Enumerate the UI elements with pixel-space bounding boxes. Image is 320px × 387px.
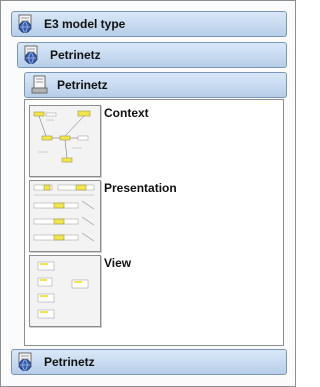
context-diagram-thumbnail[interactable] (29, 105, 101, 177)
model-type-icon (22, 45, 44, 65)
view-label: Context (104, 106, 149, 120)
presentation-diagram-thumbnail[interactable] (29, 180, 101, 252)
tree-node-e3-model-type[interactable]: E3 model type (11, 11, 287, 37)
tree-node-petrinetz-model[interactable]: Petrinetz (24, 72, 287, 98)
view-label: View (104, 256, 132, 270)
tree-node-petrinetz[interactable]: Petrinetz (17, 42, 287, 68)
model-type-icon (16, 352, 38, 372)
tree-node-label: Petrinetz (57, 78, 108, 92)
tree-node-label: E3 model type (44, 17, 126, 31)
model-icon (29, 75, 51, 95)
view-diagram-thumbnail[interactable] (29, 255, 101, 327)
view-item-presentation[interactable]: Presentation (29, 180, 279, 252)
navigator-panel: E3 model type Petrinetz Petrinetz Contex… (0, 0, 296, 387)
view-list: Context Presentation View (24, 99, 284, 346)
view-item-context[interactable]: Context (29, 105, 279, 177)
view-label: Presentation (104, 181, 177, 195)
tree-node-label: Petrinetz (50, 48, 101, 62)
tree-node-petrinetz-footer[interactable]: Petrinetz (11, 349, 287, 375)
model-type-icon (16, 14, 38, 34)
view-item-view[interactable]: View (29, 255, 279, 327)
tree-node-label: Petrinetz (44, 355, 95, 369)
